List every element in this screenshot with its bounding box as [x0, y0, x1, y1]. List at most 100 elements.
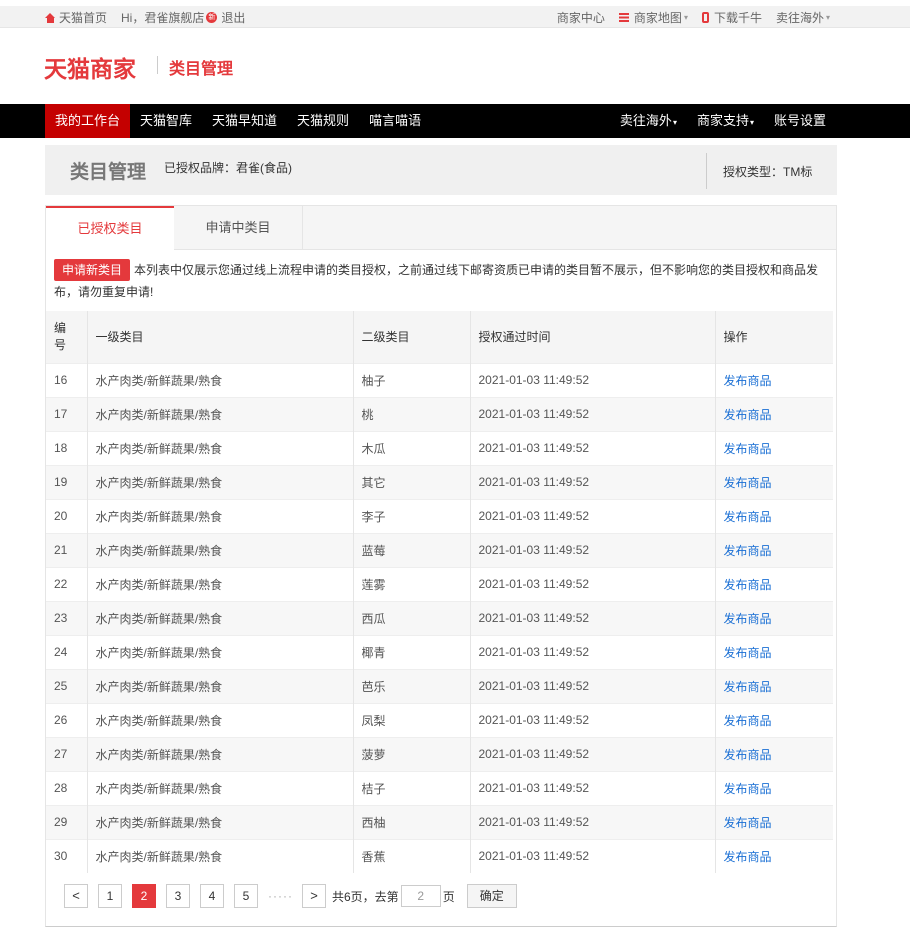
nav-item-4[interactable]: 喵言喵语: [359, 104, 431, 138]
publish-product-link[interactable]: 发布商品: [724, 408, 772, 422]
page-3[interactable]: 3: [166, 884, 190, 908]
nav-right-item-1[interactable]: 商家支持▾: [687, 104, 764, 138]
publish-product-link[interactable]: 发布商品: [724, 510, 772, 524]
page-jump-input[interactable]: 2: [400, 885, 441, 907]
cell-action: 发布商品: [715, 600, 833, 635]
cell-time: 2021-01-03 11:49:52: [470, 838, 716, 873]
page-1[interactable]: 1: [98, 884, 122, 908]
publish-product-link[interactable]: 发布商品: [724, 850, 772, 864]
publish-product-link[interactable]: 发布商品: [724, 816, 772, 830]
table-row: 27 水产肉类/新鲜蔬果/熟食 菠萝 2021-01-03 11:49:52 发布商品: [46, 736, 833, 771]
publish-product-link[interactable]: 发布商品: [724, 714, 772, 728]
cell-action: 发布商品: [715, 464, 833, 499]
prev-page-button[interactable]: <: [64, 884, 88, 908]
page-5[interactable]: 5: [234, 884, 258, 908]
publish-product-link[interactable]: 发布商品: [724, 680, 772, 694]
header-subtitle: 类目管理: [169, 61, 234, 78]
cell-time: 2021-01-03 11:49:52: [470, 430, 716, 465]
cell-action: 发布商品: [715, 396, 833, 431]
cell-id: 20: [46, 498, 88, 533]
cell-time: 2021-01-03 11:49:52: [470, 804, 716, 839]
nav-item-0[interactable]: 我的工作台: [45, 104, 131, 138]
chevron-down-icon: ▾: [672, 118, 677, 127]
chevron-down-icon: ▾: [683, 13, 688, 22]
cell-cat2: 椰青: [353, 634, 471, 669]
cell-cat2: 凤梨: [353, 702, 471, 737]
publish-product-link[interactable]: 发布商品: [724, 748, 772, 762]
table-row: 21 水产肉类/新鲜蔬果/熟食 蓝莓 2021-01-03 11:49:52 发布商品: [46, 532, 833, 567]
publish-product-link[interactable]: 发布商品: [724, 442, 772, 456]
page-jump-confirm-button[interactable]: 确定: [466, 884, 517, 908]
cell-time: 2021-01-03 11:49:52: [470, 464, 716, 499]
table-row: 16 水产肉类/新鲜蔬果/熟食 柚子 2021-01-03 11:49:52 发布商品: [46, 362, 833, 397]
cell-cat2: 蓝莓: [353, 532, 471, 567]
nav-right-item-2[interactable]: 账号设置: [764, 104, 836, 138]
cell-id: 24: [46, 634, 88, 669]
apply-category-button[interactable]: 申请新类目: [54, 259, 131, 281]
cell-id: 17: [46, 396, 88, 431]
nav-right-label: 卖往海外: [619, 113, 672, 128]
cell-action: 发布商品: [715, 668, 833, 703]
cell-id: 27: [46, 736, 88, 771]
cell-id: 29: [46, 804, 88, 839]
merchant-map-menu[interactable]: 商家地图 ▾: [618, 9, 688, 26]
publish-product-link[interactable]: 发布商品: [724, 544, 772, 558]
home-link[interactable]: 天猫首页: [45, 9, 107, 26]
cell-time: 2021-01-03 11:49:52: [470, 736, 716, 771]
next-page-button[interactable]: >: [302, 884, 326, 908]
tab-applying[interactable]: 申请中类目: [174, 206, 303, 250]
merchant-center-link[interactable]: 商家中心: [557, 9, 605, 26]
cell-cat1: 水产肉类/新鲜蔬果/熟食: [87, 770, 354, 805]
publish-product-link[interactable]: 发布商品: [724, 646, 772, 660]
publish-product-link[interactable]: 发布商品: [724, 578, 772, 592]
table-row: 18 水产肉类/新鲜蔬果/熟食 木瓜 2021-01-03 11:49:52 发布商品: [46, 430, 833, 465]
logout-link[interactable]: 退出: [221, 9, 245, 26]
nav-right-label: 商家支持: [696, 113, 749, 128]
cell-cat1: 水产肉类/新鲜蔬果/熟食: [87, 362, 354, 397]
total-pages-text: 共6页，去第: [332, 889, 399, 904]
sell-abroad-menu[interactable]: 卖往海外 ▾: [776, 9, 830, 26]
publish-product-link[interactable]: 发布商品: [724, 612, 772, 626]
cell-cat2: 其它: [353, 464, 471, 499]
tab-bar: 已授权类目 申请中类目: [46, 206, 836, 251]
publish-product-link[interactable]: 发布商品: [724, 476, 772, 490]
cell-id: 16: [46, 362, 88, 397]
cell-cat2: 木瓜: [353, 430, 471, 465]
tab-authorized[interactable]: 已授权类目: [46, 206, 174, 251]
page-4[interactable]: 4: [200, 884, 224, 908]
page-2[interactable]: 2: [132, 884, 156, 908]
title-bar: 类目管理 已授权品牌：君雀(食品) 授权类型：TM标: [45, 145, 837, 195]
cell-cat1: 水产肉类/新鲜蔬果/熟食: [87, 736, 354, 771]
page-title: 类目管理: [70, 162, 147, 183]
cell-time: 2021-01-03 11:49:52: [470, 396, 716, 431]
title-divider: [706, 153, 707, 189]
nav-item-3[interactable]: 天猫规则: [287, 104, 359, 138]
table-row: 24 水产肉类/新鲜蔬果/熟食 椰青 2021-01-03 11:49:52 发布商品: [46, 634, 833, 669]
col-id: 编号: [46, 311, 88, 363]
publish-product-link[interactable]: 发布商品: [724, 374, 772, 388]
cell-cat1: 水产肉类/新鲜蔬果/熟食: [87, 498, 354, 533]
chevron-down-icon: ▾: [825, 13, 830, 22]
cell-cat2: 芭乐: [353, 668, 471, 703]
cell-cat1: 水产肉类/新鲜蔬果/熟食: [87, 396, 354, 431]
cell-time: 2021-01-03 11:49:52: [470, 566, 716, 601]
cell-cat1: 水产肉类/新鲜蔬果/熟食: [87, 430, 354, 465]
page-suffix: 页: [442, 889, 455, 904]
nav-right-item-0[interactable]: 卖往海外▾: [610, 104, 687, 138]
nav-item-2[interactable]: 天猫早知道: [202, 104, 287, 138]
nav-item-1[interactable]: 天猫智库: [130, 104, 202, 138]
notice: 申请新类目 本列表中仅展示您通过线上流程申请的类目授权，之前通过线下邮寄资质已申请…: [54, 259, 832, 303]
tmall-merchant-logo[interactable]: 天猫商家: [44, 50, 136, 84]
cell-time: 2021-01-03 11:49:52: [470, 668, 716, 703]
col-cat1: 一级类目: [87, 311, 354, 363]
download-qianniu-link[interactable]: 下载千牛: [701, 9, 762, 26]
phone-icon: [701, 12, 709, 23]
new-badge-icon: 新: [206, 12, 218, 23]
main-nav: 我的工作台 天猫智库 天猫早知道 天猫规则 喵言喵语 卖往海外▾ 商家支持▾ 账号设置: [0, 104, 910, 138]
publish-product-link[interactable]: 发布商品: [724, 782, 772, 796]
cell-time: 2021-01-03 11:49:52: [470, 634, 716, 669]
cell-id: 19: [46, 464, 88, 499]
cell-cat2: 菠萝: [353, 736, 471, 771]
cell-action: 发布商品: [715, 498, 833, 533]
cell-time: 2021-01-03 11:49:52: [470, 532, 716, 567]
